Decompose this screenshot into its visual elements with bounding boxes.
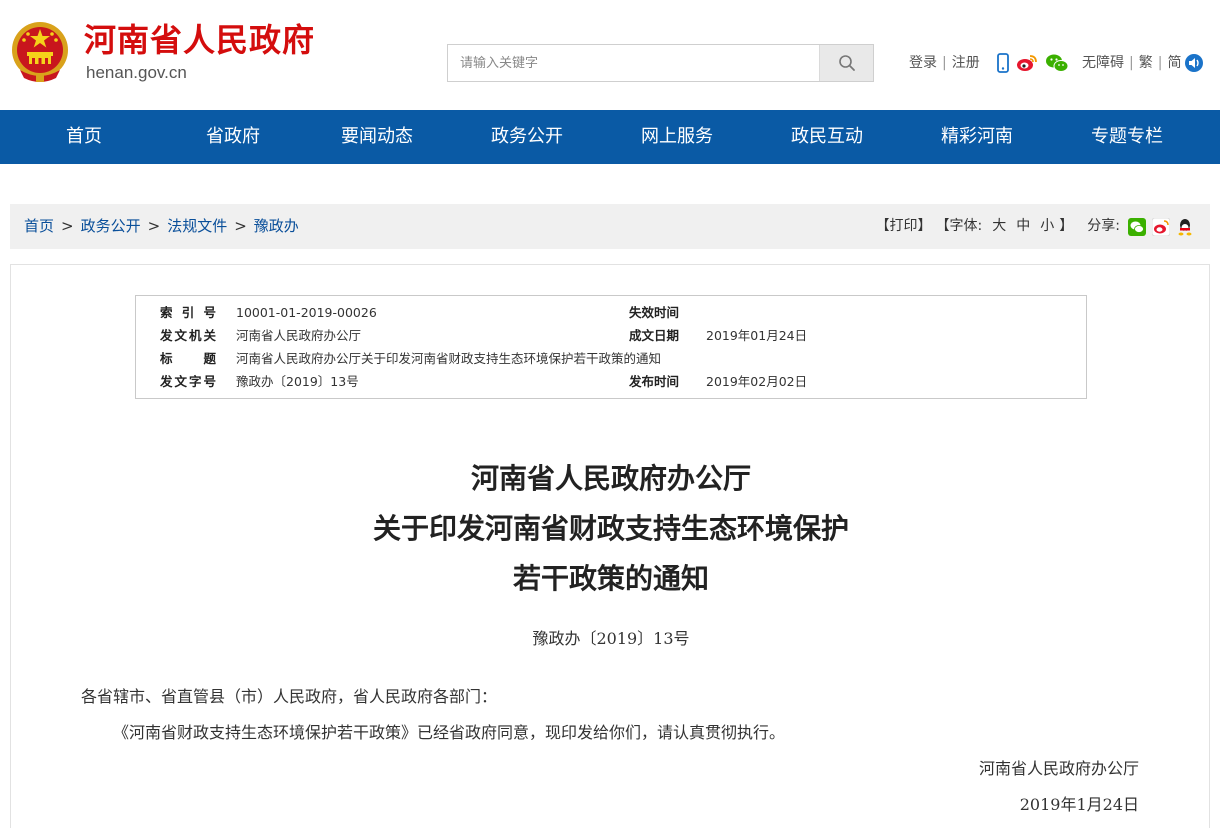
speaker-icon[interactable]: [1183, 53, 1205, 73]
document-number-label: 发文字号: [160, 374, 216, 389]
title-label: 标 题: [160, 351, 216, 366]
breadcrumb-yuzhengban[interactable]: 豫政办: [254, 204, 299, 249]
account-links: 登录 | 注册: [909, 52, 980, 74]
page-tools: 【打印】 【字体: 大 中 小 】 分享:: [876, 204, 1194, 249]
traditional-chinese-link[interactable]: 繁: [1139, 52, 1153, 74]
accessibility-link[interactable]: 无障碍: [1082, 52, 1124, 74]
mobile-icon[interactable]: [997, 53, 1009, 73]
main-nav: 首页 省政府 要闻动态 政务公开 网上服务 政民互动 精彩河南 专题专栏: [0, 110, 1220, 164]
divider: |: [942, 55, 947, 71]
document-title-line: 关于印发河南省财政支持生态环境保护: [372, 512, 849, 545]
font-large-option[interactable]: 大: [992, 204, 1006, 249]
nav-news[interactable]: 要闻动态: [302, 110, 452, 164]
font-medium-option[interactable]: 中: [1016, 204, 1030, 249]
font-size-close: 】: [1059, 218, 1074, 234]
written-date-value: 2019年01月24日: [706, 328, 808, 343]
breadcrumb-separator: >: [234, 217, 247, 235]
index-number-value: 10001-01-2019-00026: [236, 305, 377, 320]
nav-online-services[interactable]: 网上服务: [602, 110, 752, 164]
publish-time-value: 2019年02月02日: [706, 374, 808, 389]
font-small-option[interactable]: 小: [1040, 204, 1054, 249]
divider: |: [1129, 55, 1134, 71]
site-domain: henan.gov.cn: [86, 63, 187, 82]
issuing-authority-value: 河南省人民政府办公厅: [236, 328, 362, 343]
index-number-label: 索 引 号: [160, 305, 216, 320]
meta-row: 发文字号 豫政办〔2019〕13号 发布时间 2019年02月02日: [136, 370, 1086, 393]
breadcrumb-separator: >: [61, 217, 74, 235]
weibo-icon[interactable]: [1152, 217, 1170, 236]
divider: |: [1157, 55, 1163, 71]
site-header: 河南省人民政府 henan.gov.cn 登录 | 注册: [0, 0, 1220, 110]
simplified-chinese-link[interactable]: 简: [1167, 52, 1181, 74]
breadcrumb-home[interactable]: 首页: [24, 204, 54, 249]
document-number: 豫政办〔2019〕13号: [532, 629, 690, 648]
share-icons: [1128, 217, 1194, 236]
national-emblem-icon[interactable]: [10, 20, 70, 84]
meta-row: 索 引 号 10001-01-2019-00026 失效时间: [136, 301, 1086, 324]
salutation: 各省辖市、省直管县（市）人民政府，省人民政府各部门：: [81, 687, 498, 706]
wechat-icon[interactable]: [1045, 53, 1069, 73]
qq-icon[interactable]: [1176, 218, 1194, 236]
wechat-icon[interactable]: [1128, 217, 1146, 236]
nav-provincial-government[interactable]: 省政府: [168, 110, 302, 164]
expiry-time-label: 失效时间: [629, 305, 680, 320]
nav-wonderful-henan[interactable]: 精彩河南: [902, 110, 1052, 164]
nav-special-topics[interactable]: 专题专栏: [1052, 110, 1202, 164]
search-box: [447, 44, 874, 82]
share-label: 分享:: [1087, 218, 1120, 234]
search-button[interactable]: [819, 45, 873, 81]
weibo-icon[interactable]: [1016, 54, 1038, 72]
search-input[interactable]: [448, 45, 818, 81]
print-button[interactable]: 【打印】: [876, 204, 932, 249]
title-value: 河南省人民政府办公厅关于印发河南省财政支持生态环境保护若干政策的通知: [236, 351, 662, 366]
search-icon: [838, 55, 855, 71]
document-title-line: 河南省人民政府办公厅: [470, 462, 751, 495]
article-content: 索 引 号 10001-01-2019-00026 失效时间 发文机关 河南省人…: [10, 264, 1210, 828]
publish-time-label: 发布时间: [629, 374, 680, 389]
font-size-label: 【字体:: [935, 218, 983, 234]
document-number-value: 豫政办〔2019〕13号: [236, 374, 359, 389]
breadcrumb: 首页 > 政务公开 > 法规文件 > 豫政办: [24, 204, 299, 249]
register-link[interactable]: 注册: [952, 52, 980, 74]
signature-organization: 河南省人民政府办公厅: [978, 759, 1139, 778]
signature-date: 2019年1月24日: [1019, 795, 1139, 814]
issuing-authority-label: 发文机关: [160, 328, 216, 343]
breadcrumb-government-affairs[interactable]: 政务公开: [81, 204, 141, 249]
breadcrumb-bar: 首页 > 政务公开 > 法规文件 > 豫政办 【打印】 【字体: 大 中 小 】…: [10, 204, 1210, 249]
nav-government-affairs[interactable]: 政务公开: [452, 110, 602, 164]
meta-row: 发文机关 河南省人民政府办公厅 成文日期 2019年01月24日: [136, 324, 1086, 347]
document-metadata-table: 索 引 号 10001-01-2019-00026 失效时间 发文机关 河南省人…: [135, 295, 1087, 399]
nav-home[interactable]: 首页: [0, 110, 168, 164]
breadcrumb-regulations[interactable]: 法规文件: [167, 204, 227, 249]
meta-row: 标 题 河南省人民政府办公厅关于印发河南省财政支持生态环境保护若干政策的通知: [136, 347, 1086, 370]
body-paragraph: 《河南省财政支持生态环境保护若干政策》已经省政府同意，现印发给你们，请认真贯彻执…: [113, 723, 786, 742]
login-link[interactable]: 登录: [909, 52, 937, 74]
nav-public-interaction[interactable]: 政民互动: [752, 110, 902, 164]
site-name[interactable]: 河南省人民政府: [84, 20, 315, 60]
breadcrumb-separator: >: [147, 217, 161, 235]
accessibility-links: 无障碍 | 繁 | 简: [1082, 52, 1181, 74]
document-title-line: 若干政策的通知: [512, 562, 709, 595]
social-icons: [997, 53, 1069, 73]
written-date-label: 成文日期: [629, 328, 680, 343]
